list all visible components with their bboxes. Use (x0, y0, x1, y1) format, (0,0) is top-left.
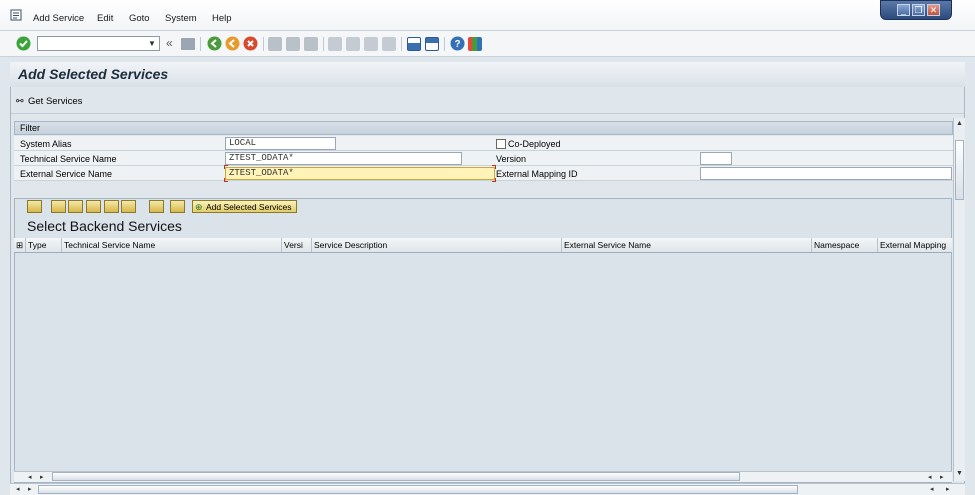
help-icon[interactable]: ? (450, 36, 465, 51)
version-label: Version (496, 154, 527, 164)
focus-corner (224, 178, 228, 182)
ext-mapping-label: External Mapping ID (496, 169, 578, 179)
cancel-icon[interactable] (243, 36, 258, 51)
toolbar-separator (323, 37, 324, 51)
scroll-up-icon[interactable]: ▲ (956, 120, 963, 127)
col-namespace[interactable]: Namespace (812, 238, 878, 252)
filter-header: Filter (14, 121, 953, 135)
customize-layout-icon[interactable] (468, 37, 482, 51)
details-icon[interactable] (27, 200, 42, 213)
scroll-right-icon[interactable]: ▸ (940, 473, 944, 481)
sort-descending-icon[interactable] (68, 200, 83, 213)
export-icon[interactable] (149, 200, 164, 213)
filter-title: Filter (20, 123, 40, 133)
find-icon[interactable] (86, 200, 101, 213)
vertical-scrollbar[interactable]: ▲ ▼ (953, 118, 965, 481)
standard-toolbar: ▼ « ? (0, 31, 975, 57)
scroll-left-icon[interactable]: ◂ (16, 485, 20, 493)
app-menu-icon[interactable] (10, 9, 22, 21)
window-controls: _ ❐ ✕ (880, 0, 952, 20)
last-page-icon[interactable] (382, 37, 396, 51)
enter-checkmark-icon[interactable] (16, 36, 31, 51)
history-back-icon[interactable]: « (166, 36, 173, 50)
tech-service-input[interactable]: ZTEST_ODATA* (225, 152, 462, 165)
scroll-right-icon[interactable]: ▸ (946, 485, 950, 493)
previous-page-icon[interactable] (346, 37, 360, 51)
scroll-thumb[interactable] (955, 140, 964, 200)
toolbar-separator (401, 37, 402, 51)
filter-icon[interactable] (121, 200, 136, 213)
col-type[interactable]: Type (26, 238, 62, 252)
scroll-thumb[interactable] (52, 472, 740, 481)
column-header-row: ⊞ Type Technical Service Name Versi Serv… (14, 238, 952, 253)
menu-help[interactable]: Help (212, 13, 232, 24)
get-services-label: Get Services (28, 96, 83, 107)
tech-service-label: Technical Service Name (20, 154, 117, 164)
chevron-down-icon[interactable]: ▼ (146, 37, 158, 50)
ext-mapping-input[interactable] (700, 167, 952, 180)
sort-ascending-icon[interactable] (51, 200, 66, 213)
page-title: Add Selected Services (18, 66, 169, 82)
menu-goto[interactable]: Goto (129, 13, 150, 24)
alv-horizontal-scrollbar[interactable]: ◂ ▸ ◂ ▸ (14, 471, 952, 482)
col-version[interactable]: Versi (282, 238, 312, 252)
select-all-icon[interactable]: ⊞ (14, 238, 26, 252)
back-icon[interactable] (207, 36, 222, 51)
add-icon: ⊕ (195, 202, 203, 212)
screen-horizontal-scrollbar[interactable]: ◂ ▸ ◂ ▸ (10, 483, 965, 495)
glasses-icon: ⚯ (16, 96, 24, 106)
scroll-right-icon[interactable]: ▸ (28, 485, 32, 493)
co-deployed-label: Co-Deployed (508, 139, 561, 149)
scroll-thumb[interactable] (38, 485, 798, 494)
next-page-icon[interactable] (364, 37, 378, 51)
command-field[interactable]: ▼ (37, 36, 160, 51)
menu-system[interactable]: System (165, 13, 197, 24)
scroll-left-icon[interactable]: ◂ (28, 473, 32, 481)
print-icon[interactable] (268, 37, 282, 51)
exit-icon[interactable] (225, 36, 240, 51)
version-input[interactable] (700, 152, 732, 165)
system-alias-label: System Alias (20, 139, 72, 149)
scroll-right-icon[interactable]: ▸ (40, 473, 44, 481)
col-external-mapping[interactable]: External Mapping (878, 238, 952, 252)
menu-add-service[interactable]: Add Service (33, 13, 84, 24)
ext-service-label: External Service Name (20, 169, 113, 179)
ext-service-input[interactable]: ZTEST_ODATA* (225, 167, 495, 180)
application-toolbar (11, 88, 964, 114)
get-services-button[interactable]: ⚯ Get Services (16, 96, 82, 107)
scroll-left-icon[interactable]: ◂ (928, 473, 932, 481)
minimize-button[interactable]: _ (897, 4, 910, 16)
layout-icon[interactable] (170, 200, 185, 213)
alv-title: Select Backend Services (27, 218, 182, 234)
find-next-icon[interactable] (104, 200, 119, 213)
find-next-icon[interactable] (304, 37, 318, 51)
first-page-icon[interactable] (328, 37, 342, 51)
focus-corner (224, 165, 228, 169)
co-deployed-checkbox[interactable] (496, 139, 506, 149)
add-selected-services-button[interactable]: ⊕ Add Selected Services (192, 200, 297, 213)
system-alias-input[interactable]: LOCAL (225, 137, 336, 150)
toolbar-separator (444, 37, 445, 51)
find-icon[interactable] (286, 37, 300, 51)
menu-bar: Add Service Edit Goto System Help (0, 0, 975, 31)
add-selected-services-label: Add Selected Services (206, 202, 292, 212)
col-technical-service-name[interactable]: Technical Service Name (62, 238, 282, 252)
save-icon[interactable] (181, 38, 195, 50)
filter-row-system-alias (14, 136, 953, 151)
create-shortcut-icon[interactable] (425, 37, 439, 51)
toolbar-separator (200, 37, 201, 51)
filter-row-tech-service (14, 151, 953, 166)
col-external-service-name[interactable]: External Service Name (562, 238, 812, 252)
svg-text:?: ? (454, 39, 460, 50)
menu-edit[interactable]: Edit (97, 13, 113, 24)
close-window-button[interactable]: ✕ (927, 4, 940, 16)
create-session-icon[interactable] (407, 37, 421, 51)
scroll-down-icon[interactable]: ▼ (956, 470, 963, 477)
toolbar-separator (263, 37, 264, 51)
restore-button[interactable]: ❐ (912, 4, 925, 16)
scroll-left-icon[interactable]: ◂ (930, 485, 934, 493)
col-service-description[interactable]: Service Description (312, 238, 562, 252)
